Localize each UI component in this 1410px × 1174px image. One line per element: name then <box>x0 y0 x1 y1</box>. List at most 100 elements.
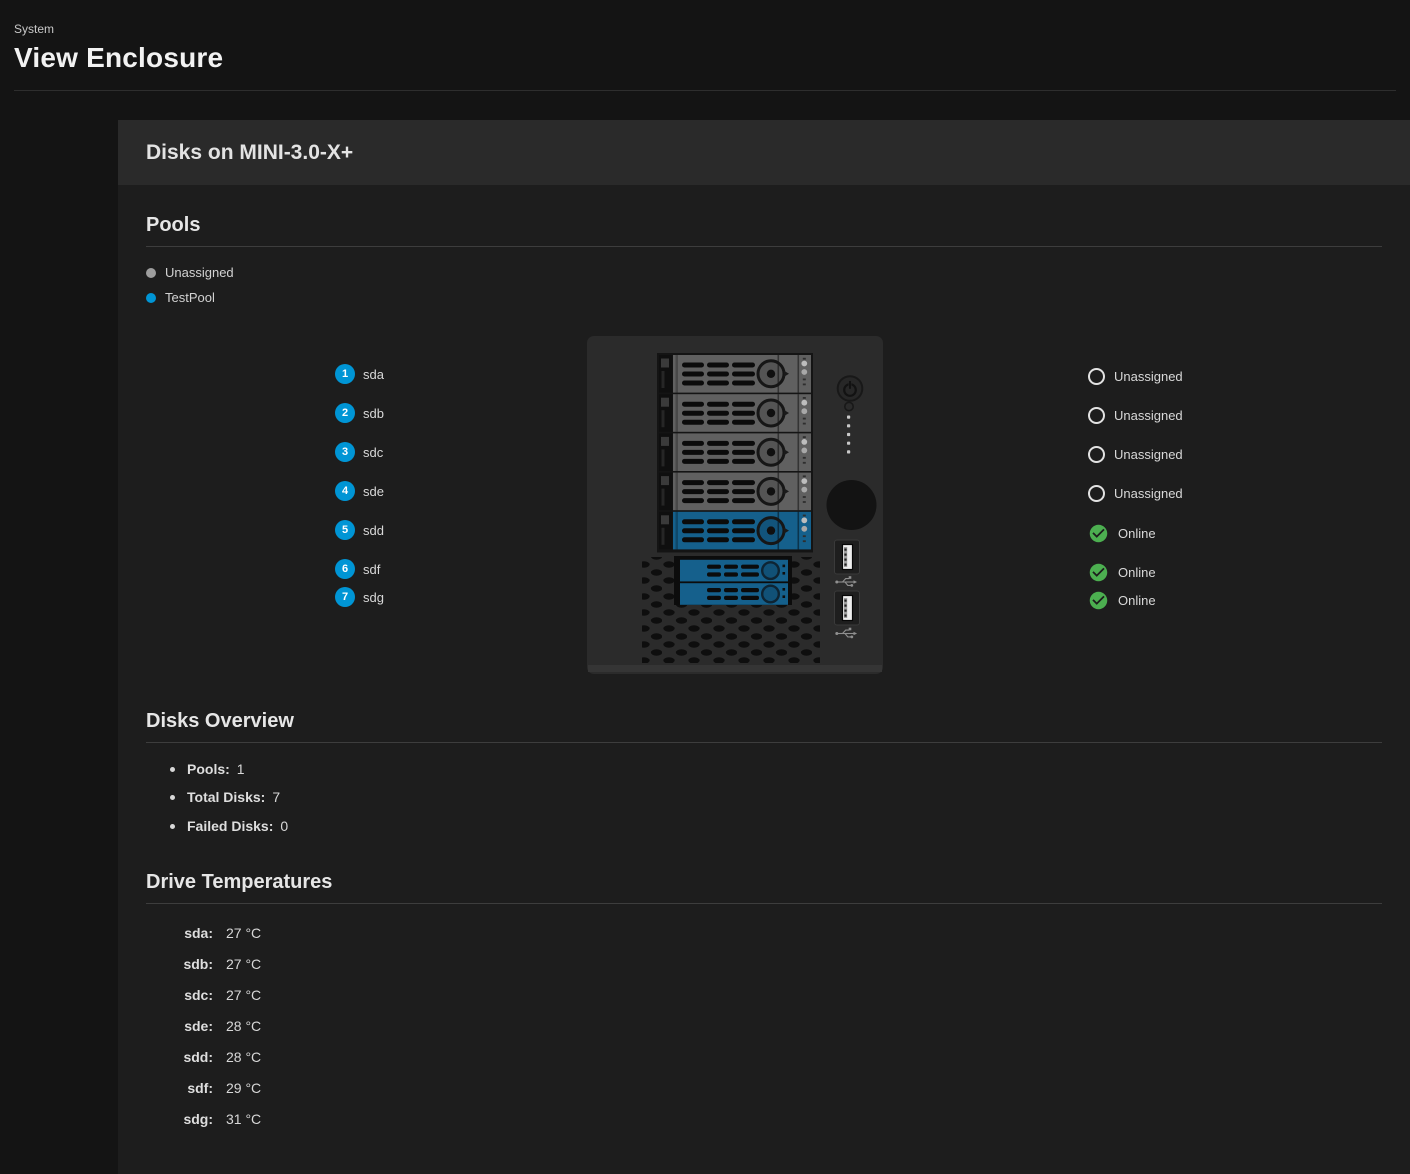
overview-item: Total Disks: 7 <box>146 783 1382 811</box>
enclosure-bottom-trim <box>588 665 882 672</box>
page-title: View Enclosure <box>14 43 1396 73</box>
temperature-label: sdf: <box>146 1080 213 1096</box>
temperature-value: 27 °C <box>226 956 261 972</box>
disk-status-row: Unassigned <box>1088 404 1183 426</box>
disk-status-row: Online <box>1088 561 1156 583</box>
online-check-icon <box>1088 562 1109 583</box>
online-check-icon <box>1088 590 1109 611</box>
disk-slot-badge: 7 <box>335 587 355 607</box>
disk-status-label: Unassigned <box>1114 447 1183 462</box>
temperature-label: sdb: <box>146 956 213 972</box>
disk-name: sdd <box>363 523 384 538</box>
temperature-value: 28 °C <box>226 1049 261 1065</box>
disk-name: sdc <box>363 445 383 460</box>
temperature-value: 28 °C <box>226 1018 261 1034</box>
enclosure-tray-7[interactable] <box>680 583 788 605</box>
enclosure-card: Disks on MINI-3.0-X+ Pools Unassigned Te… <box>118 120 1410 1174</box>
temperature-value: 27 °C <box>226 987 261 1003</box>
overview-item-value: 0 <box>280 818 288 834</box>
disk-label-row: 2 sdb <box>335 402 384 424</box>
card-body: Pools Unassigned TestPool <box>118 185 1410 1174</box>
disks-overview-heading: Disks Overview <box>146 674 1382 743</box>
unassigned-circle-icon <box>1088 446 1105 463</box>
disk-status-label: Online <box>1118 565 1156 580</box>
overview-item-value: 1 <box>237 761 245 777</box>
card-title: Disks on MINI-3.0-X+ <box>146 141 353 165</box>
overview-item-label: Failed Disks: <box>187 818 273 834</box>
usb-port-2 <box>835 591 860 625</box>
disk-status-label: Unassigned <box>1114 486 1183 501</box>
drive-temperatures-heading: Drive Temperatures <box>146 840 1382 904</box>
overview-item: Failed Disks: 0 <box>146 812 1382 840</box>
card-header: Disks on MINI-3.0-X+ <box>118 120 1410 185</box>
disk-status-row: Unassigned <box>1088 365 1183 387</box>
usb-port-1 <box>835 540 860 574</box>
online-check-icon <box>1088 523 1109 544</box>
overview-item: Pools: 1 <box>146 755 1382 783</box>
disk-status-label: Online <box>1118 593 1156 608</box>
disk-slot-badge: 5 <box>335 520 355 540</box>
disk-status-label: Unassigned <box>1114 369 1183 384</box>
temperature-label: sdg: <box>146 1111 213 1127</box>
pools-heading: Pools <box>146 185 1382 247</box>
temperature-value: 27 °C <box>226 925 261 941</box>
drive-temperatures-list: sda: 27 °C sdb: 27 °C sdc: 27 °C sd <box>146 917 1382 1134</box>
temperature-row: sde: 28 °C <box>146 1010 1382 1041</box>
temperature-row: sda: 27 °C <box>146 917 1382 948</box>
overview-item-label: Pools: <box>187 761 230 777</box>
disk-label-row: 1 sda <box>335 363 384 385</box>
disk-name: sdb <box>363 406 384 421</box>
enclosure-tray-4[interactable] <box>659 473 811 511</box>
power-button-icon <box>838 376 863 401</box>
page: System View Enclosure Disks on MINI-3.0-… <box>0 0 1410 1174</box>
enclosure-tray-1[interactable] <box>659 355 811 393</box>
temperature-row: sdg: 31 °C <box>146 1103 1382 1134</box>
enclosure-image <box>587 336 883 674</box>
enclosure-tray-6[interactable] <box>680 560 788 582</box>
unassigned-circle-icon <box>1088 485 1105 502</box>
pool-legend-label: Unassigned <box>165 265 234 280</box>
temperature-row: sdf: 29 °C <box>146 1072 1382 1103</box>
enclosure-view: 1 sda 2 sdb 3 sdc <box>146 336 1382 674</box>
pool-color-dot <box>146 293 156 303</box>
disk-slot-badge: 4 <box>335 481 355 501</box>
temperature-value: 31 °C <box>226 1111 261 1127</box>
temperature-value: 29 °C <box>226 1080 261 1096</box>
enclosure-tray-3[interactable] <box>659 433 811 471</box>
temperature-label: sdd: <box>146 1049 213 1065</box>
overview-item-label: Total Disks: <box>187 789 265 805</box>
temperature-row: sdc: 27 °C <box>146 979 1382 1010</box>
temperature-row: sdb: 27 °C <box>146 948 1382 979</box>
disk-slot-badge: 3 <box>335 442 355 462</box>
disks-overview-list: Pools: 1 Total Disks: 7 Failed Disks: 0 <box>146 755 1382 840</box>
disk-status-label: Online <box>1118 526 1156 541</box>
page-divider <box>14 90 1396 91</box>
disk-name: sde <box>363 484 384 499</box>
disk-status-row: Unassigned <box>1088 482 1183 504</box>
disk-label-row: 3 sdc <box>335 441 383 463</box>
disk-label-row: 4 sde <box>335 480 384 502</box>
pool-legend: Unassigned TestPool <box>146 260 1382 310</box>
disk-name: sda <box>363 367 384 382</box>
temperature-label: sda: <box>146 925 213 941</box>
unassigned-circle-icon <box>1088 407 1105 424</box>
disk-status-row: Unassigned <box>1088 443 1183 465</box>
unassigned-circle-icon <box>1088 368 1105 385</box>
disk-status-row: Online <box>1088 522 1156 544</box>
disk-name: sdg <box>363 590 384 605</box>
front-round-cover <box>827 480 877 530</box>
temperature-label: sdc: <box>146 987 213 1003</box>
enclosure-tray-2[interactable] <box>659 394 811 432</box>
pool-legend-item: Unassigned <box>146 260 1382 285</box>
breadcrumb-system[interactable]: System <box>14 22 1396 36</box>
disk-slot-badge: 6 <box>335 559 355 579</box>
pool-legend-item: TestPool <box>146 285 1382 310</box>
disk-status-row: Online <box>1088 589 1156 611</box>
disk-label-row: 5 sdd <box>335 519 384 541</box>
disk-status-label: Unassigned <box>1114 408 1183 423</box>
temperature-label: sde: <box>146 1018 213 1034</box>
disk-slot-badge: 1 <box>335 364 355 384</box>
overview-item-value: 7 <box>272 789 280 805</box>
pool-color-dot <box>146 268 156 278</box>
enclosure-tray-5[interactable] <box>659 512 811 550</box>
